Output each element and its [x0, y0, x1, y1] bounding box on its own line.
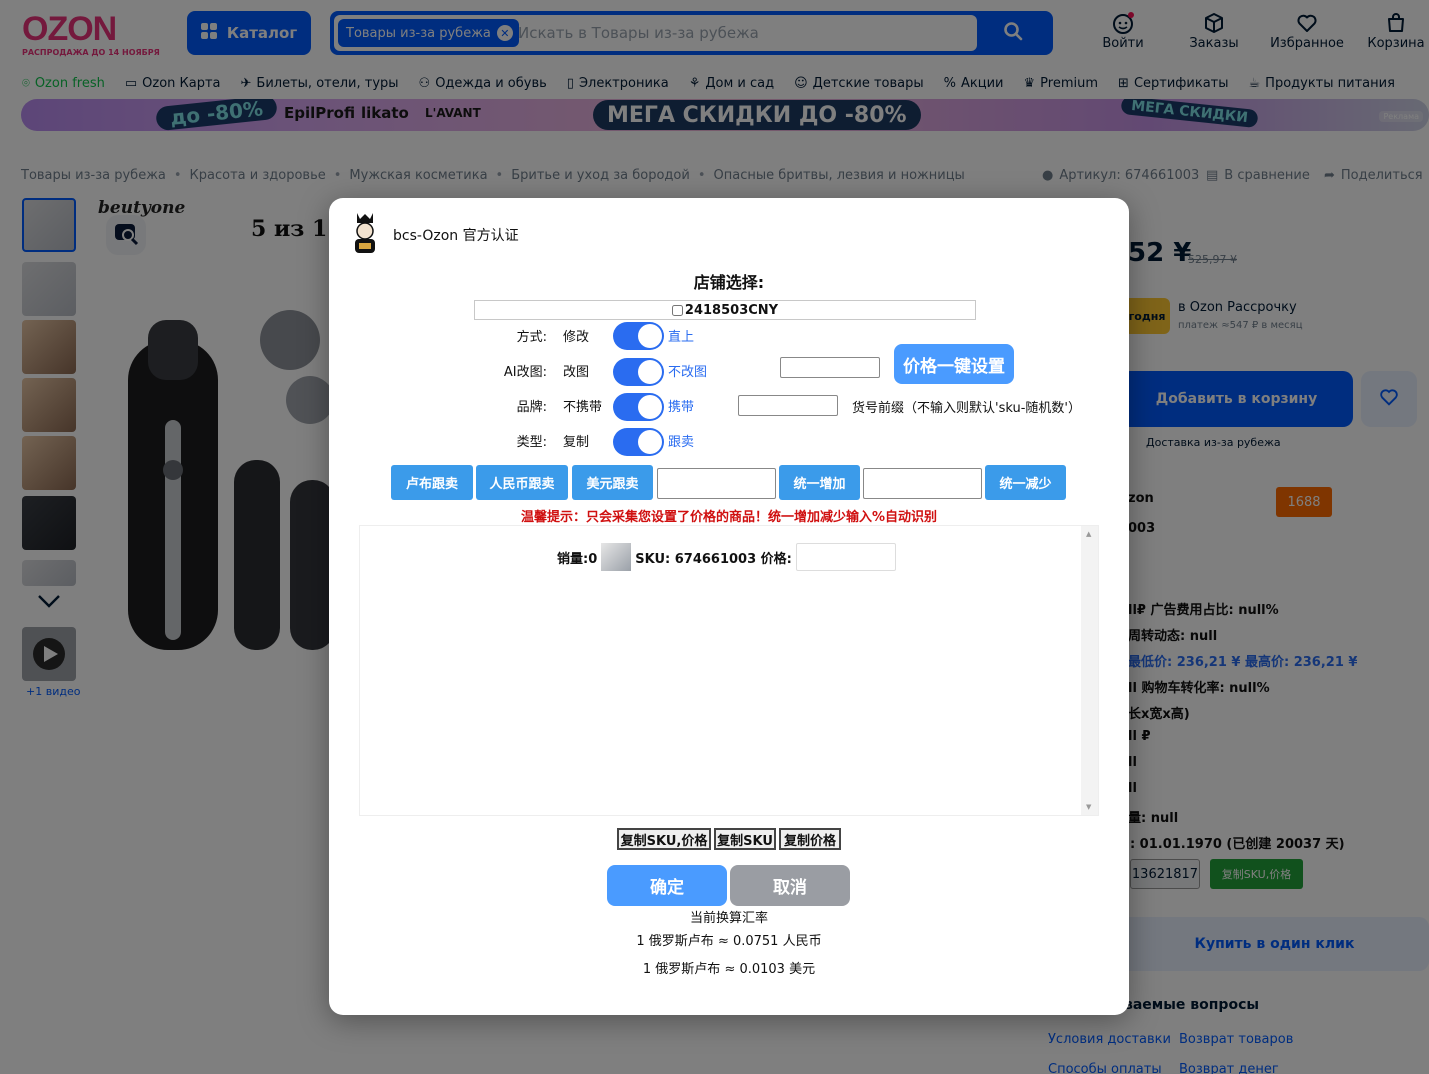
confirm-button[interactable]: 确定 [607, 865, 727, 906]
type-toggle[interactable] [613, 428, 664, 456]
decrease-button[interactable]: 统一减少 [985, 465, 1066, 500]
sku-text: SKU: 674661003 价格: [635, 551, 792, 567]
increase-button[interactable]: 统一增加 [779, 465, 860, 500]
shop-select-label: 店铺选择: [693, 273, 765, 292]
ai-image-toggle-label: 不改图 [668, 365, 708, 380]
mode-value: 修改 [563, 330, 590, 345]
cancel-button[interactable]: 取消 [730, 865, 850, 906]
price-set-button[interactable]: 价格一键设置 [894, 344, 1014, 384]
toggle-knob [638, 324, 662, 348]
copy-price-button[interactable]: 复制价格 [779, 828, 841, 850]
toggle-knob [638, 395, 662, 419]
usd-follow-button[interactable]: 美元跟卖 [572, 465, 653, 500]
brand-label: 品牌: [516, 400, 547, 415]
scroll-up-icon[interactable]: ▲ [1086, 530, 1091, 538]
ai-image-toggle[interactable] [613, 358, 664, 386]
shop-select-box: 2418503CNY [474, 300, 976, 320]
product-thumbnail [601, 543, 632, 571]
type-toggle-label: 跟卖 [668, 435, 695, 450]
copy-sku-button[interactable]: 复制SKU [714, 828, 776, 850]
sku-prefix-input[interactable] [738, 395, 838, 416]
rub-follow-button[interactable]: 卢布跟卖 [391, 465, 473, 500]
sku-prefix-hint: 货号前缀（不输入则默认'sku-随机数'） [852, 401, 1081, 416]
warning-tip: 温馨提示：只会采集您设置了价格的商品！统一增加减少输入%自动识别 [520, 510, 938, 525]
mode-toggle[interactable] [613, 322, 664, 350]
cny-follow-button[interactable]: 人民币跟卖 [476, 465, 568, 500]
ai-image-label: AI改图: [503, 365, 547, 380]
king-avatar-icon [349, 211, 381, 255]
price-input[interactable] [780, 357, 880, 378]
product-list-item: 销量:0 SKU: 674661003 价格: [557, 543, 896, 571]
brand-value: 不携带 [563, 400, 603, 415]
toggle-knob [638, 360, 662, 384]
decrease-input[interactable] [863, 468, 982, 499]
scroll-down-icon[interactable]: ▼ [1086, 803, 1091, 811]
plugin-modal: bcs-Ozon 官方认证 店铺选择: 2418503CNY 方式: 修改 直上… [329, 198, 1129, 1015]
ai-image-value: 改图 [563, 365, 590, 380]
type-value: 复制 [563, 435, 590, 450]
mode-label: 方式: [516, 330, 547, 345]
type-label: 类型: [516, 435, 547, 450]
brand-toggle-label: 携带 [668, 400, 695, 415]
copy-sku-price-button[interactable]: 复制SKU,价格 [617, 828, 711, 850]
product-list[interactable]: 销量:0 SKU: 674661003 价格: ▲ ▼ [359, 525, 1099, 816]
rate-cny: 1 俄罗斯卢布 ≈ 0.0751 人民币 [636, 934, 822, 949]
brand-toggle[interactable] [613, 393, 664, 421]
rate-title: 当前换算汇率 [689, 911, 768, 926]
increase-input[interactable] [657, 468, 776, 499]
toggle-knob [638, 430, 662, 454]
mode-toggle-label: 直上 [668, 330, 695, 345]
list-scrollbar[interactable]: ▲ ▼ [1081, 526, 1098, 815]
item-price-input[interactable] [795, 543, 896, 571]
shop-option-label: 2418503CNY [684, 302, 779, 318]
sales-count: 销量:0 [557, 551, 598, 567]
rate-usd: 1 俄罗斯卢布 ≈ 0.0103 美元 [642, 962, 816, 977]
shop-checkbox[interactable] [671, 304, 683, 316]
modal-title: bcs-Ozon 官方认证 [393, 228, 519, 244]
